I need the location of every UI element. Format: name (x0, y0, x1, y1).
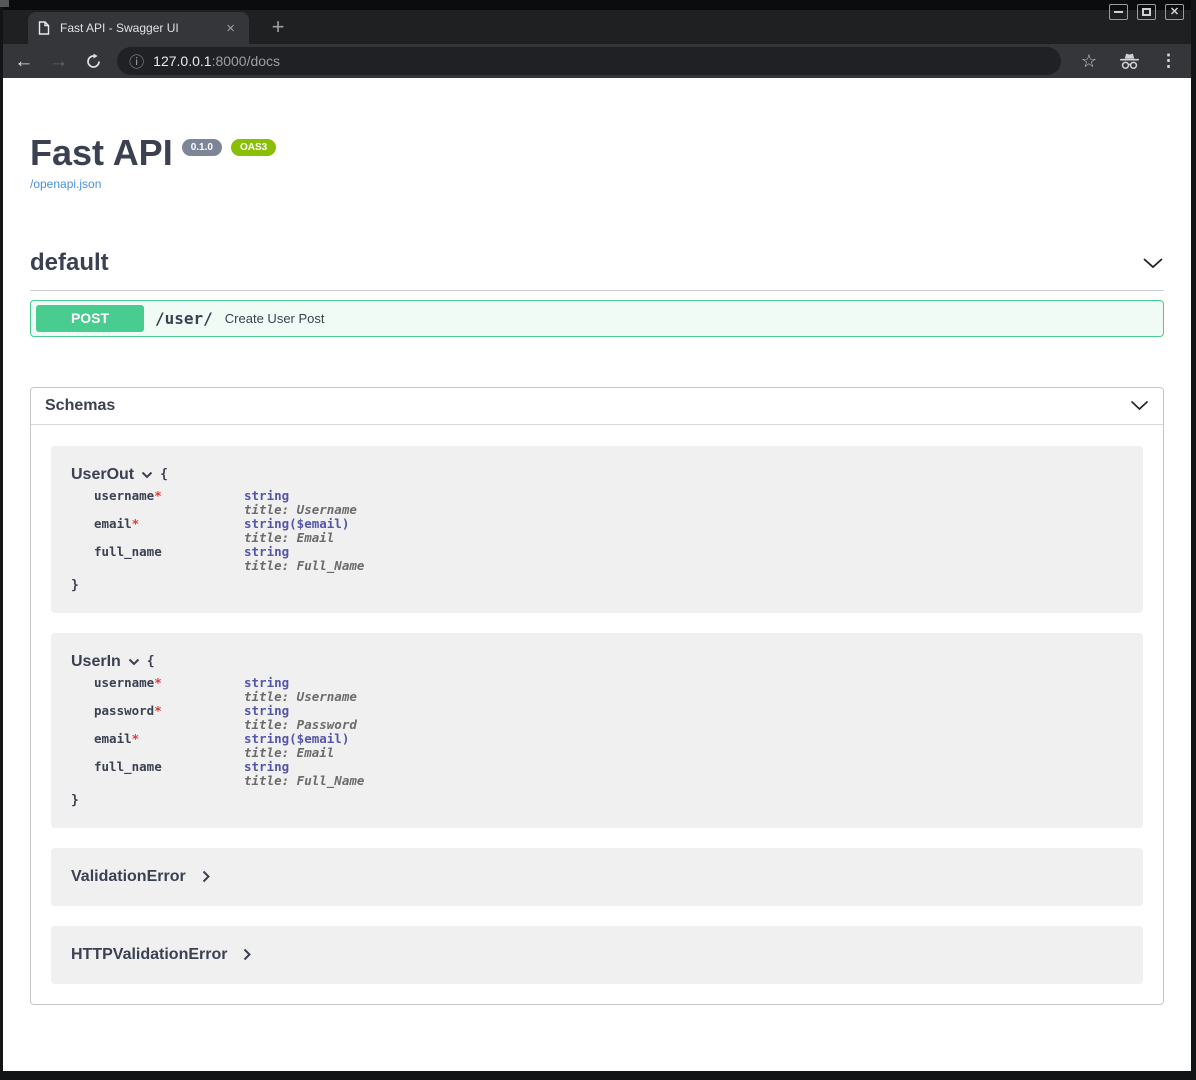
required-star: * (154, 488, 162, 503)
required-star: * (132, 516, 140, 531)
bookmark-star-icon[interactable]: ☆ (1081, 52, 1097, 70)
openapi-spec-link[interactable]: /openapi.json (30, 177, 101, 191)
operation-summary: Create User Post (225, 311, 325, 326)
chevron-right-icon (202, 870, 210, 883)
operation-path: /user/ (155, 309, 213, 328)
property-type: string (244, 760, 364, 774)
forward-icon[interactable]: → (45, 52, 73, 71)
property-name: username (94, 488, 154, 503)
property-row: password* string title: Password (94, 704, 1123, 732)
property-meta: title: Password (244, 718, 357, 732)
chevron-right-icon (243, 948, 251, 961)
model-toggle-userin[interactable]: UserIn { (71, 653, 1123, 671)
property-meta: title: Username (244, 503, 357, 517)
http-method-badge: POST (36, 305, 144, 332)
property-row: full_name string title: Full_Name (94, 545, 1123, 573)
chevron-down-icon[interactable] (1142, 257, 1164, 269)
tag-title: default (30, 249, 109, 277)
api-info: Fast API 0.1.0 OAS3 /openapi.json (3, 78, 1191, 193)
property-row: username* string title: Username (94, 676, 1123, 704)
maximize-icon (1142, 8, 1151, 16)
close-brace: } (71, 578, 1123, 593)
schema-model-userin: UserIn { username* string title: Usernam… (51, 633, 1143, 828)
minimize-icon (1114, 11, 1123, 13)
minimize-button[interactable] (1109, 4, 1128, 20)
close-brace: } (71, 793, 1123, 808)
property-meta: title: Full_Name (244, 774, 364, 788)
open-brace: { (160, 467, 168, 482)
window-controls: ✕ (1109, 4, 1184, 20)
browser-toolbar: ← → ⓘ 127.0.0.1:8000/docs ☆ ⋮ (3, 44, 1191, 78)
model-properties: username* string title: Username email* … (94, 489, 1123, 573)
post-user-operation[interactable]: POST /user/ Create User Post (30, 300, 1164, 337)
schema-model-validationerror[interactable]: ValidationError (51, 848, 1143, 906)
schema-model-userout: UserOut { username* string title: Userna… (51, 446, 1143, 613)
model-title: ValidationError (71, 868, 186, 886)
schemas-header[interactable]: Schemas (31, 388, 1163, 425)
required-star: * (154, 703, 162, 718)
property-name: full_name (94, 544, 162, 559)
chevron-down-icon (128, 658, 140, 666)
window-corner-accent (0, 0, 9, 7)
new-tab-button[interactable]: + (265, 15, 291, 41)
model-toggle-userout[interactable]: UserOut { (71, 466, 1123, 484)
model-title: HTTPValidationError (71, 946, 227, 964)
page-title: Fast API 0.1.0 OAS3 (30, 133, 1164, 173)
swagger-page: Fast API0.1.0OAS3 /openapi.json default … (3, 78, 1191, 1071)
required-star: * (154, 675, 162, 690)
property-name: full_name (94, 759, 162, 774)
tab-close-icon[interactable]: × (222, 19, 239, 38)
schemas-body: UserOut { username* string title: Userna… (31, 425, 1163, 1004)
property-row: email* string($email) title: Email (94, 517, 1123, 545)
property-name: email (94, 516, 132, 531)
model-title: UserIn (71, 653, 121, 671)
close-icon: ✕ (1170, 7, 1179, 18)
reload-icon (85, 53, 102, 70)
version-badge: 0.1.0 (182, 139, 222, 156)
property-row: username* string title: Username (94, 489, 1123, 517)
close-button[interactable]: ✕ (1165, 4, 1184, 20)
url-path: :8000/docs (212, 53, 281, 69)
tag-section-header[interactable]: default (30, 249, 1164, 291)
tab-title: Fast API - Swagger UI (60, 21, 222, 35)
property-row: full_name string title: Full_Name (94, 760, 1123, 788)
address-bar[interactable]: ⓘ 127.0.0.1:8000/docs (117, 47, 1061, 75)
window-titlebar (3, 0, 1191, 10)
chevron-down-icon (141, 471, 153, 479)
property-type: string($email) (244, 732, 349, 746)
incognito-icon (1118, 52, 1141, 71)
model-title: UserOut (71, 466, 134, 484)
reload-button[interactable] (79, 53, 107, 70)
url-host: 127.0.0.1 (153, 53, 211, 69)
api-title-text: Fast API (30, 132, 173, 173)
page-favicon-icon (38, 21, 50, 35)
property-meta: title: Email (244, 746, 349, 760)
property-type: string($email) (244, 517, 349, 531)
property-meta: title: Username (244, 690, 357, 704)
schemas-title: Schemas (45, 397, 115, 415)
site-info-icon[interactable]: ⓘ (129, 51, 144, 72)
property-meta: title: Email (244, 531, 349, 545)
browser-tab[interactable]: Fast API - Swagger UI × (28, 12, 249, 44)
property-type: string (244, 489, 357, 503)
maximize-button[interactable] (1137, 4, 1156, 20)
property-name: email (94, 731, 132, 746)
property-name: username (94, 675, 154, 690)
tab-bar: Fast API - Swagger UI × + (3, 10, 1191, 44)
back-icon[interactable]: ← (10, 52, 38, 71)
property-type: string (244, 676, 357, 690)
property-row: email* string($email) title: Email (94, 732, 1123, 760)
property-type: string (244, 545, 364, 559)
schema-model-httpvalidationerror[interactable]: HTTPValidationError (51, 926, 1143, 984)
schemas-section: Schemas UserOut { username* (30, 387, 1164, 1005)
browser-menu-icon[interactable]: ⋮ (1160, 51, 1177, 71)
property-name: password (94, 703, 154, 718)
property-type: string (244, 704, 357, 718)
open-brace: { (147, 654, 155, 669)
model-properties: username* string title: Username passwor… (94, 676, 1123, 788)
oas3-badge: OAS3 (231, 139, 276, 156)
required-star: * (132, 731, 140, 746)
chevron-down-icon[interactable] (1130, 400, 1149, 411)
property-meta: title: Full_Name (244, 559, 364, 573)
